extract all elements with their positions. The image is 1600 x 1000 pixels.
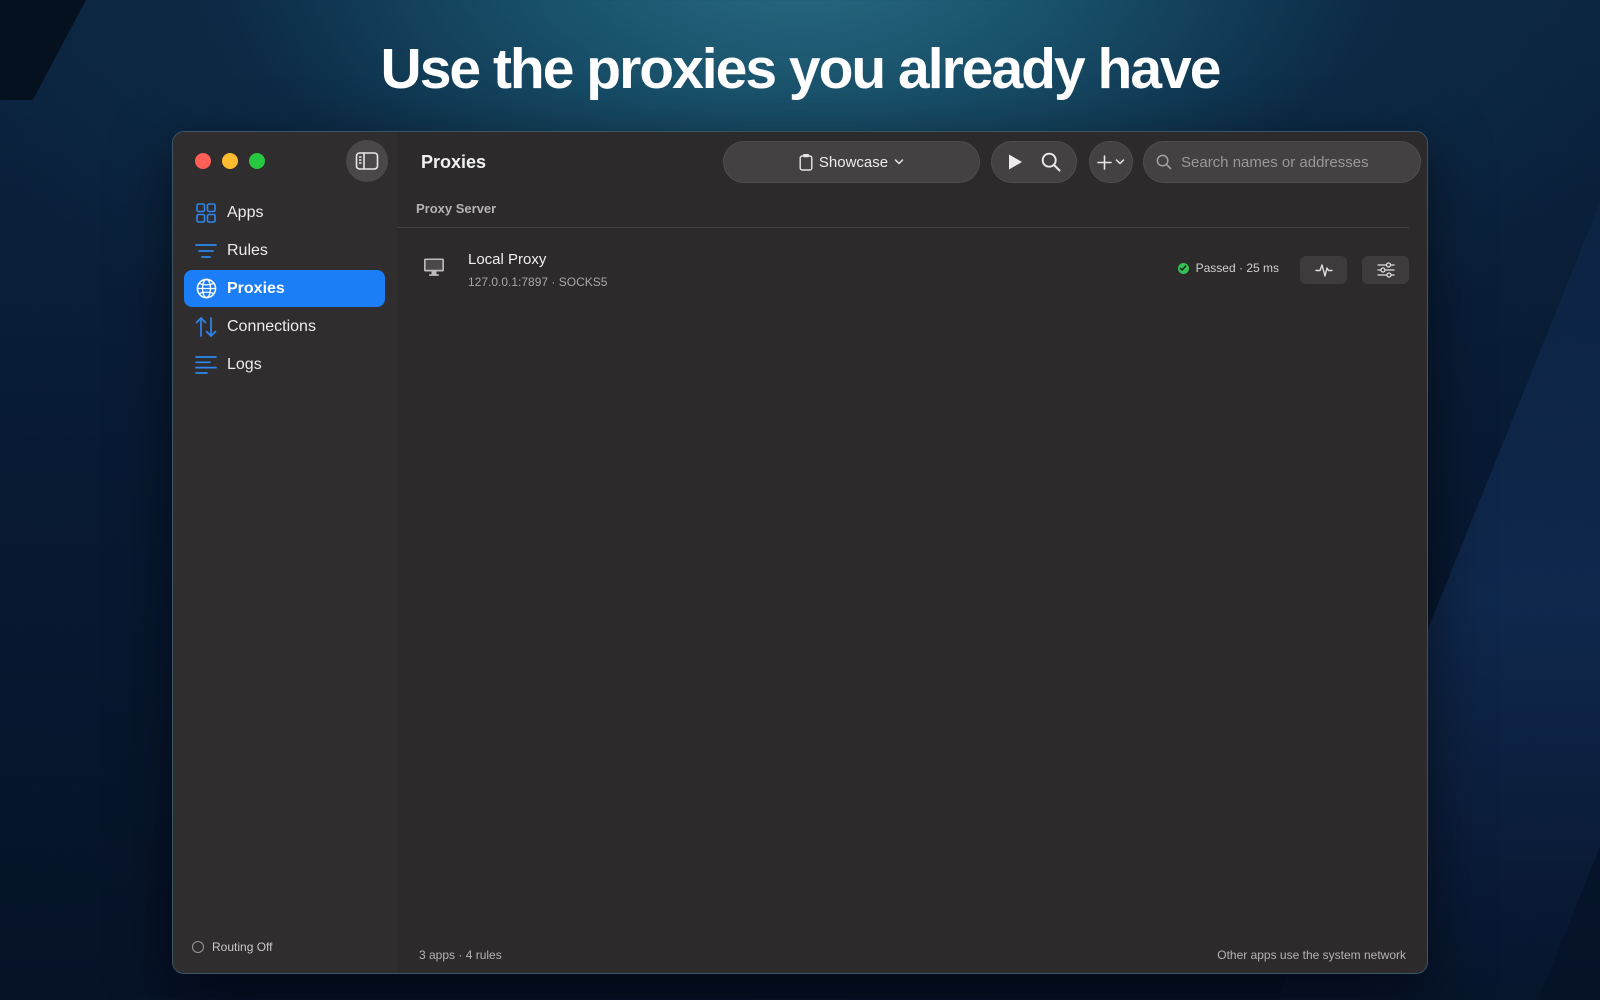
table-header: Proxy Server [397, 190, 1409, 228]
computer-icon [423, 257, 445, 282]
sidebar-item-label: Logs [227, 355, 262, 373]
sidebar-icon [355, 152, 379, 170]
proxy-address: 127.0.0.1:7897 · SOCKS5 [468, 275, 608, 289]
sidebar-nav: Apps Rules Proxies Connections Logs [184, 194, 385, 384]
sidebar: Apps Rules Proxies Connections Logs Rout… [173, 132, 397, 973]
chevron-down-icon [894, 159, 904, 165]
sidebar-item-proxies[interactable]: Proxies [184, 270, 385, 307]
search-icon[interactable] [1041, 152, 1061, 172]
footer-summary: 3 apps · 4 rules [419, 948, 502, 962]
sidebar-item-label: Apps [227, 203, 264, 221]
test-latency-button[interactable] [1300, 256, 1347, 284]
play-icon[interactable] [1007, 153, 1023, 171]
close-window-button[interactable] [195, 153, 211, 169]
search-icon [1156, 154, 1172, 170]
sidebar-item-logs[interactable]: Logs [184, 346, 385, 383]
hero-title: Use the proxies you already have [380, 37, 1222, 101]
status-circle-icon [192, 941, 204, 953]
proxy-settings-button[interactable] [1362, 256, 1409, 284]
clipboard-icon [799, 154, 813, 171]
sidebar-item-apps[interactable]: Apps [184, 194, 385, 231]
minimize-window-button[interactable] [222, 153, 238, 169]
grid-icon [195, 202, 217, 224]
logs-icon [195, 354, 217, 376]
zoom-window-button[interactable] [249, 153, 265, 169]
routing-status-label: Routing Off [212, 940, 273, 954]
sidebar-item-label: Rules [227, 241, 268, 259]
chevron-down-icon [1115, 159, 1125, 165]
sidebar-item-connections[interactable]: Connections [184, 308, 385, 345]
table-row[interactable]: Local Proxy 127.0.0.1:7897 · SOCKS5 Pass… [397, 246, 1427, 296]
footer-network-note: Other apps use the system network [1217, 948, 1406, 962]
status-text: Passed · 25 ms [1195, 261, 1279, 275]
sidebar-item-rules[interactable]: Rules [184, 232, 385, 269]
arrows-up-down-icon [195, 316, 217, 338]
checkmark-icon [1177, 262, 1189, 274]
plus-icon [1097, 154, 1112, 170]
main-content: Proxies Showcase Search names or address… [397, 132, 1427, 973]
profile-selector[interactable]: Showcase [723, 141, 980, 183]
routing-status[interactable]: Routing Off [192, 940, 272, 954]
run-search-group [991, 141, 1077, 183]
sliders-icon [1376, 262, 1395, 278]
page-title: Proxies [421, 152, 487, 172]
window-controls [195, 153, 265, 169]
globe-icon [195, 278, 217, 300]
search-input[interactable] [1181, 153, 1411, 171]
pulse-icon [1314, 264, 1333, 277]
sidebar-toggle-button[interactable] [346, 140, 388, 182]
rules-icon [195, 240, 217, 262]
add-proxy-button[interactable] [1089, 141, 1133, 183]
app-window: Apps Rules Proxies Connections Logs Rout… [172, 131, 1428, 974]
sidebar-item-label: Proxies [227, 279, 285, 297]
column-header-proxy-server[interactable]: Proxy Server [416, 201, 496, 216]
search-field[interactable] [1143, 141, 1421, 183]
profile-label: Showcase [818, 153, 889, 171]
proxy-name: Local Proxy [468, 251, 547, 268]
sidebar-item-label: Connections [227, 317, 316, 335]
status-badge: Passed · 25 ms [1177, 261, 1279, 275]
